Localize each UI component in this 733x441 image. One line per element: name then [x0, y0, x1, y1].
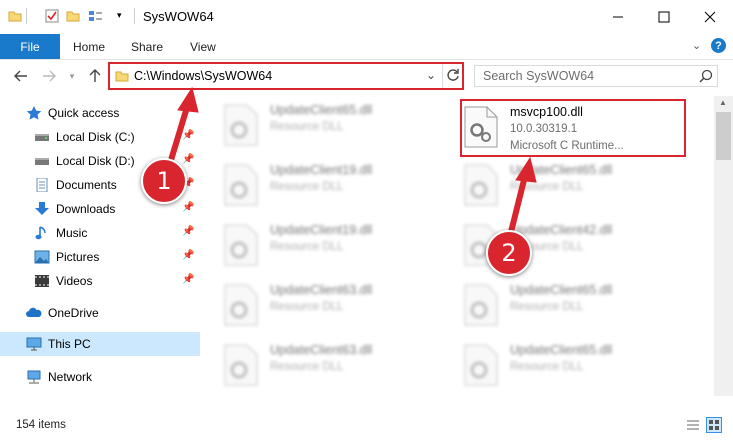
annotation-arrows — [165, 86, 537, 237]
step-2-callout: 2 — [486, 230, 532, 276]
arrow-2 — [507, 156, 537, 237]
step-1-callout: 1 — [141, 158, 187, 204]
arrow-1 — [165, 86, 199, 171]
